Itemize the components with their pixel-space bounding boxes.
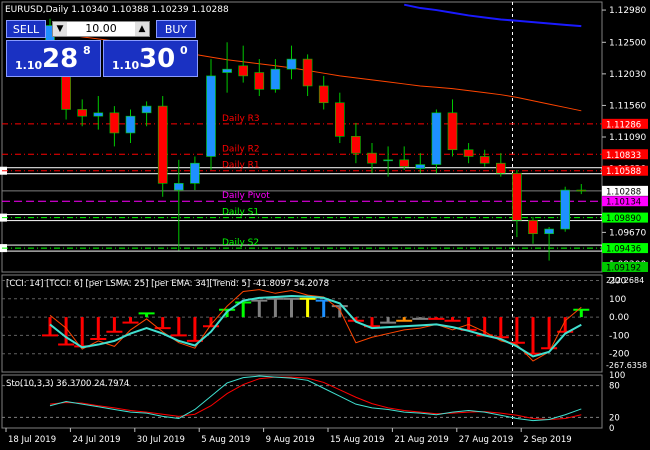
- buy-price-prefix: 1.10: [112, 59, 140, 72]
- candle-body: [495, 162, 506, 174]
- lot-size-input[interactable]: [69, 22, 133, 36]
- stoch-indicator-title: Sto(10,3,3) 36.3700 24.7974: [6, 379, 129, 389]
- cci-axis-label: -100: [609, 331, 630, 341]
- candle-body: [576, 189, 587, 192]
- pivot-price-tag-text: 1.11286: [606, 120, 641, 130]
- stoch-axis-label: 20: [609, 413, 620, 423]
- candle-body: [383, 159, 393, 162]
- sell-price-prefix: 1.10: [15, 59, 43, 72]
- pivot-label: Daily Pivot: [222, 191, 270, 201]
- candle-body: [399, 159, 410, 167]
- pivot-price-tag-text: 1.09436: [606, 245, 641, 255]
- candle-body: [351, 136, 361, 154]
- time-axis-label: 21 Aug 2019: [394, 435, 448, 445]
- candle-body: [270, 68, 281, 90]
- price-axis-label: 1.11560: [609, 101, 646, 111]
- time-axis-label: 30 Jul 2019: [137, 435, 185, 445]
- price-axis-label: 1.12980: [609, 6, 646, 16]
- pivot-label: Daily R2: [222, 144, 260, 154]
- cci-indicator-title: [CCI: 14] [TCCI: 6] [per LSMA: 25] [per …: [6, 279, 329, 289]
- candle-body: [286, 58, 297, 70]
- time-axis-label: 15 Aug 2019: [330, 435, 384, 445]
- pivot-price-tag-text: 1.10134: [606, 198, 641, 208]
- price-axis-label: 1.12030: [609, 70, 646, 80]
- stoch-axis-label: 0: [609, 424, 614, 434]
- time-axis-label: 18 Jul 2019: [8, 435, 56, 445]
- s3-price-tag-text: 1.09192: [606, 264, 641, 274]
- candle-body: [544, 228, 554, 235]
- cci-axis-label: 100: [609, 295, 626, 305]
- lot-decrease-icon[interactable]: ▼: [53, 22, 67, 36]
- price-axis-label: 1.11090: [609, 133, 646, 143]
- candle-body: [431, 112, 442, 165]
- price-axis-label: 1.12500: [609, 38, 646, 48]
- sell-price-button[interactable]: 1.10 28 8: [6, 40, 101, 77]
- candle-body: [415, 164, 426, 169]
- candle-body: [302, 58, 313, 87]
- time-axis-label: 27 Aug 2019: [459, 435, 513, 445]
- pivot-price-tag-text: 1.10833: [606, 151, 641, 161]
- stoch-signal-line: [49, 376, 582, 421]
- one-click-trading-panel: SELL ▼ ▲ BUY 1.10 28 8 1.10 30 0: [6, 20, 198, 78]
- candle-body: [190, 162, 200, 184]
- candle-body: [109, 112, 120, 134]
- candle-body: [367, 152, 377, 164]
- pivot-label: Daily R3: [222, 114, 260, 124]
- lot-size-control: ▼ ▲: [52, 21, 150, 37]
- candle-body: [334, 102, 345, 137]
- buy-price-sup: 0: [180, 44, 188, 57]
- candle-body: [512, 172, 522, 221]
- time-axis-label: 24 Jul 2019: [72, 435, 120, 445]
- buy-price-big: 30: [139, 44, 176, 74]
- candle-body: [528, 219, 538, 235]
- pivot-label: Daily S1: [222, 208, 259, 218]
- current-price-tag-text: 1.10288: [606, 187, 641, 197]
- candle-body: [447, 112, 458, 151]
- cci-min-tag: -267.6358: [606, 361, 647, 370]
- time-axis-label: 9 Aug 2019: [266, 435, 315, 445]
- candle-body: [206, 75, 216, 157]
- lot-increase-icon[interactable]: ▲: [135, 22, 149, 36]
- cci-max-tag: 212.2684: [606, 276, 644, 285]
- stoch-main-line: [49, 375, 582, 422]
- candle-body: [61, 72, 71, 110]
- candle-body: [125, 115, 136, 134]
- pivot-price-tag-text: 1.10588: [606, 167, 641, 177]
- time-axis-label: 5 Aug 2019: [201, 435, 250, 445]
- cci-axis-label: -200: [609, 350, 630, 360]
- candle-body: [463, 149, 474, 157]
- candle-body: [560, 189, 571, 230]
- cci-axis-label: 0.00: [609, 313, 629, 323]
- candle-body: [77, 109, 87, 117]
- pivot-price-tag-text: 1.09890: [606, 214, 641, 224]
- sell-button[interactable]: SELL: [6, 20, 46, 38]
- stoch-axis-label: 100: [609, 371, 625, 381]
- candle-body: [318, 85, 329, 104]
- candle-body: [93, 112, 104, 117]
- stoch-axis-label: 80: [609, 382, 620, 392]
- buy-button[interactable]: BUY: [156, 20, 196, 38]
- candle-body: [254, 72, 265, 90]
- candle-body: [174, 183, 184, 191]
- candle-body: [479, 156, 490, 164]
- price-axis-label: 1.09670: [609, 228, 646, 238]
- time-axis-label: 2 Sep 2019: [523, 435, 571, 445]
- candle-body: [141, 105, 152, 114]
- pivot-label: Daily S2: [222, 238, 259, 248]
- chart-header-text: EURUSD,Daily 1.10340 1.10388 1.10239 1.1…: [5, 5, 229, 15]
- moving-average-line: [403, 3, 582, 28]
- sell-price-big: 28: [42, 44, 79, 74]
- candle-body: [222, 68, 232, 73]
- pivot-label: Daily R1: [222, 161, 260, 171]
- candle-body: [157, 105, 168, 184]
- buy-price-button[interactable]: 1.10 30 0: [103, 40, 198, 77]
- candle-body: [238, 65, 248, 77]
- sell-price-sup: 8: [83, 44, 91, 57]
